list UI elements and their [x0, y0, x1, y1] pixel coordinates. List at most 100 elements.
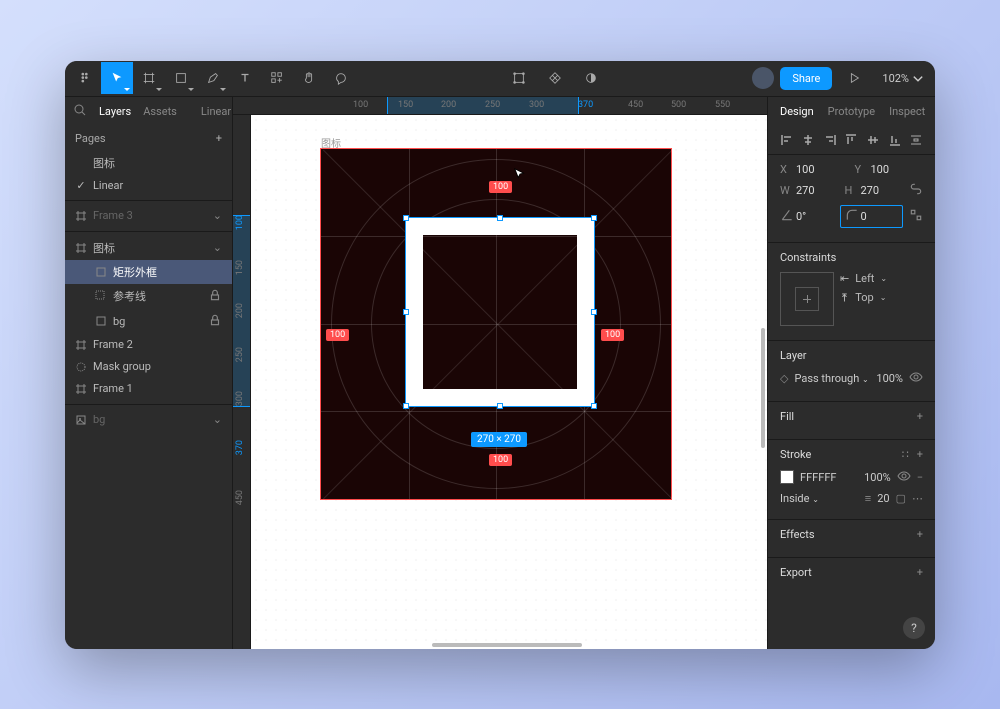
- share-button[interactable]: Share: [780, 67, 832, 90]
- stroke-width[interactable]: 20: [877, 492, 889, 505]
- layer-frame2[interactable]: Frame 2: [65, 334, 232, 356]
- align-right-button[interactable]: [822, 132, 838, 148]
- scrollbar-vertical[interactable]: [761, 328, 765, 448]
- tab-assets[interactable]: Assets: [143, 105, 177, 118]
- align-center-h-button[interactable]: [800, 132, 816, 148]
- page-item[interactable]: 图标: [65, 151, 232, 175]
- tab-prototype[interactable]: Prototype: [828, 105, 875, 118]
- ruler-tick: 370: [578, 100, 593, 110]
- resize-handle-s[interactable]: [497, 403, 503, 409]
- align-bottom-button[interactable]: [887, 132, 903, 148]
- tab-inspect[interactable]: Inspect: [889, 105, 925, 118]
- lock-icon: [208, 288, 222, 305]
- x-field[interactable]: X100: [780, 163, 849, 176]
- tab-layers[interactable]: Layers: [99, 105, 131, 118]
- layer-name: Mask group: [93, 360, 151, 373]
- resize-handle-se[interactable]: [591, 403, 597, 409]
- stroke-style-button[interactable]: ∷: [902, 448, 909, 461]
- resize-handle-e[interactable]: [591, 309, 597, 315]
- search-icon[interactable]: [73, 103, 87, 120]
- constraint-vertical[interactable]: ⇤Top⌄: [840, 291, 923, 304]
- resize-handle-w[interactable]: [403, 309, 409, 315]
- stroke-visibility-icon[interactable]: [897, 469, 911, 486]
- mask-tool[interactable]: [575, 62, 607, 94]
- stroke-opacity[interactable]: 100%: [864, 471, 891, 484]
- stroke-color-hex[interactable]: FFFFFF: [800, 471, 858, 484]
- comment-tool[interactable]: [325, 62, 357, 94]
- rotation-field[interactable]: 0°: [780, 208, 834, 225]
- align-top-button[interactable]: [843, 132, 859, 148]
- artboard[interactable]: 图标: [321, 149, 671, 499]
- fill-section: Fill +: [768, 402, 935, 440]
- radius-field[interactable]: 0: [840, 205, 904, 228]
- ruler-tick: 250: [485, 100, 500, 110]
- ruler-horizontal[interactable]: 100 150 200 250 300 370 450 500 550: [233, 97, 767, 115]
- layer-frame1[interactable]: Frame 1: [65, 378, 232, 400]
- hand-tool[interactable]: [293, 62, 325, 94]
- stroke-side-button[interactable]: ▢: [896, 492, 906, 505]
- distribute-button[interactable]: [908, 132, 924, 148]
- add-export-button[interactable]: +: [917, 566, 923, 579]
- scrollbar-horizontal[interactable]: [432, 643, 582, 647]
- add-effect-button[interactable]: +: [917, 528, 923, 541]
- layer-opacity[interactable]: 100%: [876, 372, 903, 385]
- page-item[interactable]: ✓ Linear: [65, 175, 232, 196]
- layer-icon-frame[interactable]: 图标 ⌄: [65, 236, 232, 260]
- frame-tool[interactable]: [133, 62, 165, 94]
- add-fill-button[interactable]: +: [917, 410, 923, 423]
- y-field[interactable]: Y100: [855, 163, 924, 176]
- frame-icon: [75, 338, 87, 352]
- align-left-button[interactable]: [779, 132, 795, 148]
- radius-icon: [845, 208, 859, 222]
- constraint-horizontal[interactable]: ⇤Left⌄: [840, 272, 923, 285]
- help-button[interactable]: ?: [903, 617, 925, 639]
- zoom-dropdown[interactable]: 102%: [876, 71, 931, 85]
- edit-object-tool[interactable]: [503, 62, 535, 94]
- stroke-color-swatch[interactable]: [780, 470, 794, 484]
- add-page-button[interactable]: +: [216, 132, 222, 145]
- dimension-label: 270 × 270: [471, 432, 527, 447]
- move-tool[interactable]: [101, 62, 133, 94]
- selection-outline: [405, 217, 595, 407]
- resize-handle-ne[interactable]: [591, 215, 597, 221]
- pen-tool[interactable]: [197, 62, 229, 94]
- component-tool[interactable]: [539, 62, 571, 94]
- constraint-diagram[interactable]: [780, 272, 834, 326]
- visibility-icon[interactable]: [909, 370, 923, 387]
- link-dimensions-icon[interactable]: [909, 182, 923, 199]
- h-field[interactable]: H270: [845, 184, 904, 197]
- independent-corners-icon[interactable]: [909, 208, 923, 225]
- resize-handle-n[interactable]: [497, 215, 503, 221]
- layer-mask-group[interactable]: Mask group: [65, 356, 232, 378]
- layer-name: bg: [113, 315, 125, 328]
- layer-guides[interactable]: 参考线: [65, 284, 232, 309]
- w-field[interactable]: W270: [780, 184, 839, 197]
- resize-handle-sw[interactable]: [403, 403, 409, 409]
- layer-rect-outline[interactable]: 矩形外框: [65, 260, 232, 284]
- layer-bg[interactable]: bg: [65, 309, 232, 334]
- add-stroke-button[interactable]: +: [917, 448, 923, 461]
- blend-mode[interactable]: Pass through ⌄: [794, 372, 870, 385]
- ruler-tick: 200: [235, 303, 245, 318]
- ruler-vertical[interactable]: 100 150 200 250 300 370 450: [233, 115, 251, 649]
- stroke-header: Stroke: [780, 448, 811, 461]
- rectangle-icon: [95, 314, 107, 328]
- ruler-tick: 150: [398, 100, 413, 110]
- distance-top: 100: [489, 181, 512, 193]
- text-tool[interactable]: [229, 62, 261, 94]
- user-avatar[interactable]: [752, 67, 774, 89]
- tab-design[interactable]: Design: [780, 105, 814, 118]
- ruler-tick: 550: [715, 100, 730, 110]
- resources-tool[interactable]: [261, 62, 293, 94]
- viewport[interactable]: 图标: [251, 115, 767, 649]
- align-center-v-button[interactable]: [865, 132, 881, 148]
- remove-stroke-button[interactable]: −: [917, 471, 923, 484]
- menu-button[interactable]: [69, 62, 101, 94]
- shape-tool[interactable]: [165, 62, 197, 94]
- resize-handle-nw[interactable]: [403, 215, 409, 221]
- stroke-advanced-button[interactable]: ⋯: [912, 492, 923, 505]
- layer-frame3[interactable]: Frame 3 ⌄: [65, 205, 232, 227]
- layer-bg-image[interactable]: bg ⌄: [65, 409, 232, 431]
- present-button[interactable]: [838, 62, 870, 94]
- stroke-position[interactable]: Inside ⌄: [780, 492, 859, 505]
